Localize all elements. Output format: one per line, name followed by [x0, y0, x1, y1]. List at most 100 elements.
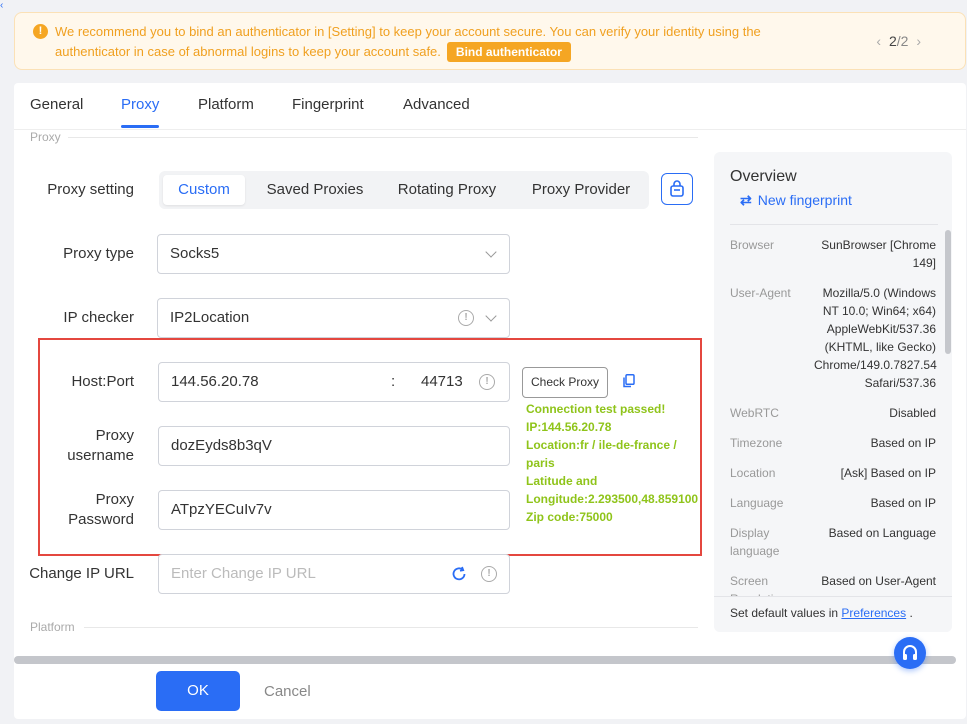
preferences-link[interactable]: Preferences [841, 606, 906, 620]
banner-text: We recommend you to bind an authenticato… [55, 24, 761, 59]
overview-scrollbar[interactable] [945, 230, 951, 354]
proxy-password-label: Proxy Password [34, 490, 134, 530]
overview-key: Display language [730, 526, 780, 558]
horizontal-scrollbar[interactable] [14, 656, 956, 664]
overview-value: Based on IP [870, 496, 936, 510]
overview-value: Disabled [889, 406, 936, 420]
proxy-type-label: Proxy type [63, 245, 134, 262]
overview-value: Mozilla/5.0 (Windows NT 10.0; Win64; x64… [814, 286, 937, 390]
section-platform-label: Platform [30, 620, 75, 634]
proxy-type-value: Socks5 [170, 245, 220, 262]
overview-key: Browser [730, 238, 775, 252]
password-value: ATpzYECuIv7v [171, 501, 272, 518]
overview-value: Based on Language [828, 526, 936, 540]
section-divider [84, 627, 698, 628]
copy-icon[interactable] [623, 374, 635, 388]
proxy-setting-segmented: Custom Saved Proxies Rotating Proxy Prox… [159, 171, 649, 209]
overview-key: User-Agent [730, 286, 791, 300]
info-icon: ! [481, 566, 497, 582]
ok-button[interactable]: OK [156, 671, 240, 711]
result-line: paris [526, 456, 555, 470]
headset-icon [903, 645, 917, 660]
proxy-username-label: Proxy username [34, 426, 134, 466]
proxy-type-select[interactable]: Socks5 [157, 234, 510, 274]
refresh-icon[interactable] [451, 566, 467, 582]
seg-saved-proxies[interactable]: Saved Proxies [253, 175, 377, 205]
bind-authenticator-button[interactable]: Bind authenticator [446, 42, 571, 62]
overview-key: Language [730, 496, 784, 510]
overview-value: Based on IP [870, 436, 936, 450]
overview-divider [730, 224, 938, 225]
info-icon: ! [479, 374, 495, 390]
port-separator: : [391, 373, 396, 390]
seg-custom[interactable]: Custom [163, 175, 245, 205]
label-line: Proxy [95, 427, 134, 444]
host-port-label: Host:Port [71, 373, 134, 390]
label-line: Password [68, 511, 134, 528]
seg-proxy-provider[interactable]: Proxy Provider [517, 175, 645, 205]
label-line: Proxy [95, 491, 134, 508]
result-line: Zip code:75000 [526, 510, 613, 524]
check-result: Connection test passed! IP:144.56.20.78 … [526, 400, 706, 526]
username-value: dozEyds8b3qV [171, 437, 272, 454]
info-icon: ! [458, 310, 474, 326]
new-fingerprint-button[interactable]: ⇄ New fingerprint [740, 192, 852, 209]
shopping-bag-button[interactable] [661, 173, 693, 205]
support-button[interactable] [894, 637, 926, 669]
result-line: IP:144.56.20.78 [526, 420, 612, 434]
section-proxy-label: Proxy [30, 130, 61, 144]
security-banner: ! We recommend you to bind an authentica… [14, 12, 966, 70]
cancel-button[interactable]: Cancel [264, 683, 311, 700]
host-port-field[interactable]: 144.56.20.78 : 44713 ! [158, 362, 510, 402]
ip-checker-value: IP2Location [170, 309, 250, 326]
collapse-arrow-icon[interactable]: ‹ [0, 0, 10, 14]
proxy-password-input[interactable]: ATpzYECuIv7v [158, 490, 510, 530]
chevron-right-icon[interactable]: › [916, 33, 921, 49]
chevron-left-icon[interactable]: ‹ [876, 33, 881, 49]
change-ip-url-label: Change IP URL [29, 565, 134, 582]
overview-key: Location [730, 466, 776, 480]
pager-total: /2 [896, 33, 909, 49]
seg-rotating-proxy[interactable]: Rotating Proxy [385, 175, 509, 205]
overview-value: SunBrowser [Chrome 149] [821, 238, 936, 270]
section-divider [68, 137, 698, 138]
pager-current: 2 [888, 33, 897, 49]
profile-editor: General Proxy Platform Fingerprint Advan… [14, 83, 966, 719]
overview-title: Overview [730, 168, 797, 185]
tab-bar: General Proxy Platform Fingerprint Advan… [14, 83, 966, 130]
result-line: Connection test passed! [526, 402, 666, 416]
shuffle-icon: ⇄ [740, 192, 752, 208]
footer-text: Set default values in [730, 606, 842, 620]
change-ip-url-input[interactable]: Enter Change IP URL ! [158, 554, 510, 594]
chevron-down-icon [485, 310, 497, 322]
new-fingerprint-label: New fingerprint [757, 192, 852, 208]
tab-platform[interactable]: Platform [198, 96, 254, 113]
warning-icon: ! [33, 24, 48, 39]
overview-key: Timezone [730, 436, 783, 450]
banner-message: We recommend you to bind an authenticato… [55, 22, 825, 62]
overview-footer: Set default values in Preferences . [714, 596, 952, 632]
chevron-down-icon [485, 246, 497, 258]
overview-key: WebRTC [730, 406, 779, 420]
overview-value: Based on User-Agent [821, 574, 936, 588]
result-line: Latitude and [526, 474, 598, 488]
check-proxy-button[interactable]: Check Proxy [522, 367, 608, 398]
banner-pager: ‹ 2/2 › [872, 33, 925, 49]
tab-general[interactable]: General [30, 96, 83, 113]
overview-value: [Ask] Based on IP [840, 466, 936, 480]
footer-end: . [906, 606, 913, 620]
shopping-bag-icon [670, 180, 684, 197]
tab-advanced[interactable]: Advanced [403, 96, 470, 113]
tab-fingerprint[interactable]: Fingerprint [292, 96, 364, 113]
port-input[interactable]: 44713 [421, 373, 463, 390]
proxy-username-input[interactable]: dozEyds8b3qV [158, 426, 510, 466]
result-line: Location:fr / ile-de-france / [526, 438, 677, 452]
proxy-setting-label: Proxy setting [47, 181, 134, 198]
tab-proxy[interactable]: Proxy [121, 96, 160, 128]
ip-checker-select[interactable]: IP2Location ! [157, 298, 510, 338]
overview-panel: Overview ⇄ New fingerprint Browser SunBrow… [714, 152, 952, 632]
result-line: Longitude:2.293500,48.859100 [526, 492, 699, 506]
label-line: username [67, 447, 134, 464]
host-input[interactable]: 144.56.20.78 [171, 373, 259, 390]
ip-checker-label: IP checker [63, 309, 134, 326]
